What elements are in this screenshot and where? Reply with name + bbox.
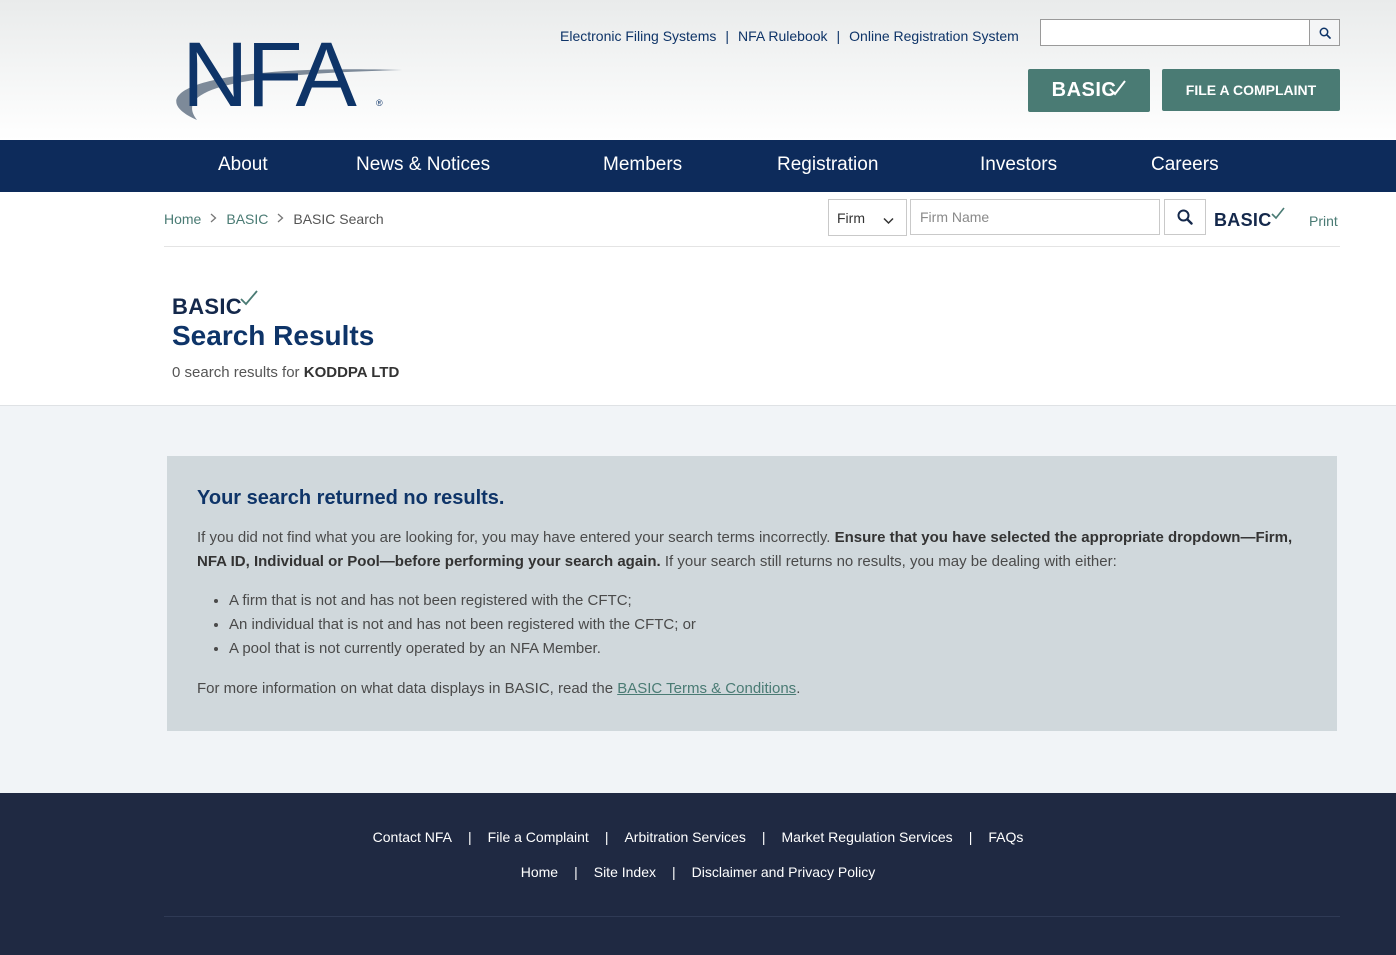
chevron-down-icon — [883, 212, 894, 228]
footer-disclaimer[interactable]: Disclaimer and Privacy Policy — [692, 864, 876, 880]
search-query: KODDPA LTD — [303, 364, 400, 381]
svg-text:®: ® — [376, 98, 383, 108]
breadcrumb-current: BASIC Search — [293, 211, 384, 227]
no-results-list: A firm that is not and has not been regi… — [229, 589, 696, 661]
nav-careers[interactable]: Careers — [1151, 154, 1219, 176]
no-results-outro: If your search still returns no results,… — [664, 553, 1117, 570]
footer-site-index[interactable]: Site Index — [594, 864, 656, 880]
site-search-button[interactable] — [1310, 19, 1340, 46]
more-info-text: For more information on what data displa… — [197, 677, 800, 701]
nfa-logo[interactable]: NFA ® — [162, 24, 407, 126]
footer-separator: | — [468, 829, 472, 845]
no-results-box: Your search returned no results. If you … — [167, 456, 1337, 731]
footer-links-row-2: Home | Site Index | Disclaimer and Priva… — [0, 864, 1396, 880]
nav-members[interactable]: Members — [603, 154, 682, 176]
no-results-title: Your search returned no results. — [197, 487, 505, 509]
checkmark-icon — [1109, 79, 1127, 96]
results-count: 0 search results for KODDPA LTD — [172, 364, 399, 381]
list-item: A pool that is not currently operated by… — [229, 637, 696, 661]
nfa-logo-icon: NFA ® — [176, 24, 402, 126]
page-title: Search Results — [172, 320, 375, 351]
nav-investors[interactable]: Investors — [980, 154, 1057, 176]
basic-button-label: BASIC — [1051, 79, 1117, 101]
more-info-suffix: . — [796, 680, 801, 697]
no-results-paragraph: If you did not find what you are looking… — [197, 526, 1312, 574]
nav-about[interactable]: About — [218, 154, 268, 176]
more-info-prefix: For more information on what data displa… — [197, 680, 614, 697]
site-footer: Contact NFA | File a Complaint | Arbitra… — [0, 793, 1396, 955]
search-type-select[interactable]: Firm — [828, 199, 907, 236]
nav-registration[interactable]: Registration — [777, 154, 878, 176]
checkmark-icon — [240, 290, 259, 306]
utility-links: Electronic Filing Systems | NFA Rulebook… — [560, 26, 1019, 46]
list-item: A firm that is not and has not been regi… — [229, 589, 696, 613]
basic-logo-large: BASIC — [172, 290, 259, 320]
results-count-prefix: 0 search results for — [172, 364, 300, 381]
utility-separator: | — [836, 28, 841, 44]
footer-file-complaint[interactable]: File a Complaint — [488, 829, 589, 845]
nav-news-notices[interactable]: News & Notices — [356, 154, 490, 176]
checkmark-icon — [1271, 207, 1285, 220]
basic-logo-text: BASIC — [172, 294, 242, 319]
search-type-value: Firm — [837, 209, 865, 226]
chevron-right-icon — [277, 212, 284, 226]
chevron-right-icon — [210, 212, 217, 226]
terms-conditions-link[interactable]: BASIC Terms & Conditions — [617, 680, 796, 697]
footer-faqs[interactable]: FAQs — [988, 829, 1023, 845]
site-search-input[interactable] — [1040, 19, 1310, 46]
footer-separator: | — [604, 829, 609, 845]
search-icon — [1177, 209, 1193, 225]
footer-separator: | — [761, 829, 766, 845]
electronic-filing-link[interactable]: Electronic Filing Systems — [560, 28, 716, 44]
basic-button[interactable]: BASIC — [1028, 69, 1150, 112]
site-search — [1040, 19, 1340, 46]
breadcrumb: Home BASIC BASIC Search — [164, 211, 384, 227]
online-registration-link[interactable]: Online Registration System — [849, 28, 1019, 44]
footer-separator: | — [574, 864, 578, 880]
footer-separator: | — [672, 864, 676, 880]
footer-divider — [164, 916, 1340, 917]
footer-home[interactable]: Home — [521, 864, 558, 880]
main-nav: About News & Notices Members Registratio… — [0, 140, 1396, 192]
footer-separator: | — [968, 829, 973, 845]
basic-logo-text: BASIC — [1214, 210, 1272, 230]
firm-name-input[interactable] — [910, 199, 1160, 235]
breadcrumb-divider — [164, 246, 1340, 247]
list-item: An individual that is not and has not be… — [229, 613, 696, 637]
footer-contact-nfa[interactable]: Contact NFA — [373, 829, 452, 845]
site-header: NFA ® Electronic Filing Systems | NFA Ru… — [0, 0, 1396, 140]
svg-text:NFA: NFA — [182, 26, 358, 126]
footer-links-row-1: Contact NFA | File a Complaint | Arbitra… — [0, 829, 1396, 845]
no-results-intro: If you did not find what you are looking… — [197, 529, 831, 546]
utility-separator: | — [725, 28, 730, 44]
nfa-rulebook-link[interactable]: NFA Rulebook — [738, 28, 828, 44]
basic-logo-small: BASIC — [1214, 207, 1285, 231]
file-complaint-button[interactable]: FILE A COMPLAINT — [1162, 69, 1340, 111]
footer-arbitration[interactable]: Arbitration Services — [624, 829, 745, 845]
breadcrumb-home[interactable]: Home — [164, 211, 201, 227]
breadcrumb-basic[interactable]: BASIC — [226, 211, 268, 227]
print-link[interactable]: Print — [1309, 213, 1338, 229]
basic-search-button[interactable] — [1164, 199, 1206, 235]
footer-market-regulation[interactable]: Market Regulation Services — [782, 829, 953, 845]
search-icon — [1319, 27, 1331, 39]
